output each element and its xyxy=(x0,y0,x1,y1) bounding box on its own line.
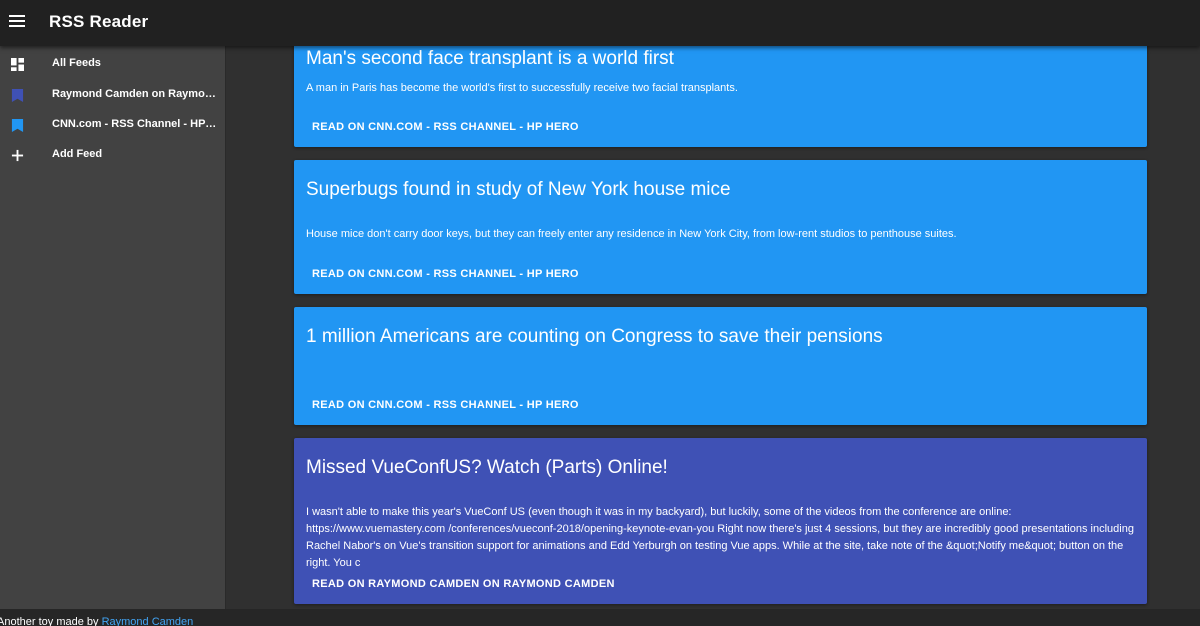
feed-card: 1 million Americans are counting on Cong… xyxy=(294,307,1147,425)
nav-item-all-feeds[interactable]: All Feeds xyxy=(0,50,225,80)
card-description: A man in Paris has become the world's fi… xyxy=(306,82,738,94)
read-more-link[interactable]: READ ON RAYMOND CAMDEN ON RAYMOND CAMDEN xyxy=(312,578,615,590)
bookmark-icon xyxy=(11,119,24,132)
nav-item-raymond-camden[interactable]: Raymond Camden on Raymond Camden xyxy=(0,81,225,111)
nav-item-cnn[interactable]: CNN.com - RSS Channel - HP Hero xyxy=(0,111,225,141)
nav-item-label: Raymond Camden on Raymond Camden xyxy=(52,88,217,100)
card-title: 1 million Americans are counting on Cong… xyxy=(306,326,883,347)
footer-author-link[interactable]: Raymond Camden xyxy=(102,616,194,626)
plus-icon xyxy=(11,149,24,162)
hamburger-menu-icon[interactable] xyxy=(9,15,25,27)
read-more-link[interactable]: READ ON CNN.COM - RSS CHANNEL - HP HERO xyxy=(312,268,579,280)
nav-item-label: All Feeds xyxy=(52,57,101,69)
card-title: Superbugs found in study of New York hou… xyxy=(306,179,731,200)
feed-card: Man's second face transplant is a world … xyxy=(294,46,1147,147)
feed-card: Superbugs found in study of New York hou… xyxy=(294,160,1147,294)
card-description: House mice don't carry door keys, but th… xyxy=(306,228,957,240)
card-title: Missed VueConfUS? Watch (Parts) Online! xyxy=(306,457,668,478)
app-title: RSS Reader xyxy=(49,12,149,31)
feed-list: Man's second face transplant is a world … xyxy=(226,46,1200,609)
dashboard-icon xyxy=(11,58,24,71)
footer-text: Another toy made by xyxy=(0,616,99,626)
nav-item-add-feed[interactable]: Add Feed xyxy=(0,141,225,171)
navigation-drawer: All Feeds Raymond Camden on Raymond Camd… xyxy=(0,46,226,609)
card-title: Man's second face transplant is a world … xyxy=(306,48,674,69)
card-description: I wasn't able to make this year's VueCon… xyxy=(306,506,1134,569)
feed-card: Missed VueConfUS? Watch (Parts) Online! … xyxy=(294,438,1147,604)
nav-item-label: Add Feed xyxy=(52,148,103,160)
app-bar: RSS Reader xyxy=(0,0,1200,46)
footer: Another toy made by Raymond Camden xyxy=(0,609,1200,626)
read-more-link[interactable]: READ ON CNN.COM - RSS CHANNEL - HP HERO xyxy=(312,399,579,411)
nav-item-label: CNN.com - RSS Channel - HP Hero xyxy=(52,118,217,130)
bookmark-icon xyxy=(11,89,24,102)
read-more-link[interactable]: READ ON CNN.COM - RSS CHANNEL - HP HERO xyxy=(312,121,579,133)
